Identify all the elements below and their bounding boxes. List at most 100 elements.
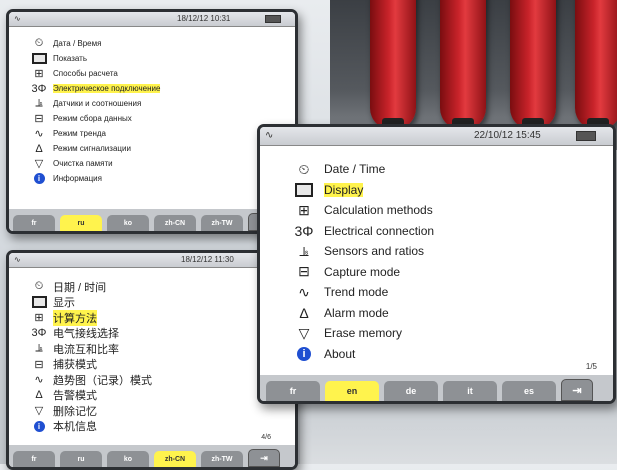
tab-ko[interactable]: ko bbox=[107, 215, 149, 231]
menu-item[interactable]: ⊞ Calculation methods bbox=[260, 200, 613, 221]
menu-list: ⏲ Дата / Время Показать ⊞ Способы расчета 3Φ Э… bbox=[9, 36, 295, 186]
menu-item[interactable]: Δ 告警模式 bbox=[9, 388, 295, 404]
menu-item-label: Датчики и соотношения bbox=[53, 99, 142, 108]
datetime: 18/12/12 10:31 bbox=[177, 14, 231, 23]
menu-item-label: Информация bbox=[53, 174, 102, 183]
menu-item-label: 电流互和比率 bbox=[53, 343, 119, 356]
clock-icon: ⏲ bbox=[34, 37, 44, 49]
menu-item[interactable]: Display bbox=[260, 180, 613, 201]
calculation-icon: ⊞ bbox=[34, 68, 44, 80]
tab-ru[interactable]: ru bbox=[60, 451, 102, 467]
clock-icon: ⏲ bbox=[34, 280, 44, 293]
menu-item-label: Режим сбора данных bbox=[53, 114, 132, 123]
menu-item-label: 计算方法 bbox=[53, 309, 97, 326]
menu-item-label: Очистка памяти bbox=[53, 159, 113, 168]
three-phase-icon: 3Φ bbox=[31, 327, 47, 340]
menu-item[interactable]: 3Φ Электрическое подключение bbox=[9, 81, 295, 96]
menu-item-label: About bbox=[324, 346, 356, 361]
alarm-bell-icon: Δ bbox=[35, 142, 43, 155]
trash-icon: ▽ bbox=[34, 158, 44, 170]
tab-en[interactable]: en bbox=[325, 381, 379, 401]
tab-fr[interactable]: fr bbox=[13, 215, 55, 231]
tab-es[interactable]: es bbox=[502, 381, 556, 401]
menu-item[interactable]: 3Φ Electrical connection bbox=[260, 221, 613, 242]
menu-item-label: 显示 bbox=[53, 297, 75, 310]
tab-ru[interactable]: ru bbox=[60, 215, 102, 231]
three-phase-icon: 3Φ bbox=[294, 222, 314, 239]
alarm-bell-icon: Δ bbox=[299, 304, 309, 321]
menu-item-label: Показать bbox=[53, 54, 88, 63]
menu-item[interactable]: ⊟ Режим сбора данных bbox=[9, 111, 295, 126]
trend-icon: ∿ bbox=[34, 128, 44, 140]
trend-icon: ∿ bbox=[34, 374, 44, 387]
datetime: 22/10/12 15:45 bbox=[474, 130, 541, 141]
menu-item[interactable]: 3Φ 电气接线选择 bbox=[9, 326, 295, 342]
page-indicator: 1/5 bbox=[585, 362, 597, 371]
menu-item[interactable]: ⊞ Способы расчета bbox=[9, 66, 295, 81]
menu-item[interactable]: ⊟ 捕获模式 bbox=[9, 357, 295, 373]
tab-de[interactable]: de bbox=[384, 381, 438, 401]
exit-icon[interactable]: ⇥ bbox=[248, 449, 280, 467]
menu-item[interactable]: ▽ Очистка памяти bbox=[9, 156, 295, 171]
tab-zh-CN[interactable]: zh-CN bbox=[154, 215, 196, 231]
menu-item[interactable]: i Информация bbox=[9, 171, 295, 186]
capture-icon: ⊟ bbox=[298, 263, 310, 280]
screen-english: ∿ 22/10/12 15:45 ⏲ Date / Time Display ⊞ Cal… bbox=[257, 124, 616, 404]
menu-item[interactable]: ▽ 删除记忆 bbox=[9, 403, 295, 419]
page-indicator: 4/6 bbox=[261, 434, 271, 441]
tab-fr[interactable]: fr bbox=[266, 381, 320, 401]
menu-item-label: Electrical connection bbox=[324, 223, 435, 238]
capture-icon: ⊟ bbox=[34, 358, 44, 371]
exit-icon[interactable]: ⇥ bbox=[561, 379, 593, 401]
menu-item[interactable]: ⫡ 电流互和比率 bbox=[9, 341, 295, 357]
menu-item[interactable]: ⫡ Датчики и соотношения bbox=[9, 96, 295, 111]
menu-item[interactable]: ▽ Erase memory bbox=[260, 323, 613, 344]
menu-item[interactable]: ∿ Режим тренда bbox=[9, 126, 295, 141]
menu-item[interactable]: ⏲ 日期 / 时间 bbox=[9, 279, 295, 295]
probe-clamp-1 bbox=[370, 0, 416, 148]
menu-item[interactable]: Показать bbox=[9, 51, 295, 66]
menu-item[interactable]: ∿ 趋势图（记录）模式 bbox=[9, 372, 295, 388]
menu-item-label: Режим тренда bbox=[53, 129, 106, 138]
tab-it[interactable]: it bbox=[443, 381, 497, 401]
menu-item[interactable]: ⏲ Дата / Время bbox=[9, 36, 295, 51]
menu-item[interactable]: i About bbox=[260, 344, 613, 365]
menu-item-label: 删除记忆 bbox=[53, 405, 97, 418]
screen-russian: ∿ 18/12/12 10:31 ⏲ Дата / Время Показать ⊞ С… bbox=[6, 9, 298, 234]
menu-item-label: Режим сигнализации bbox=[53, 144, 131, 153]
tab-zh-TW[interactable]: zh-TW bbox=[201, 451, 243, 467]
menu-list: ⏲ Date / Time Display ⊞ Calculation methods 3… bbox=[260, 159, 613, 364]
menu-item[interactable]: ⊞ 计算方法 bbox=[9, 309, 295, 326]
menu-item[interactable]: ⫡ Sensors and ratios bbox=[260, 241, 613, 262]
menu-item[interactable]: Δ Alarm mode bbox=[260, 303, 613, 324]
menu-item-label: Электрическое подключение bbox=[53, 84, 161, 93]
tab-zh-CN[interactable]: zh-CN bbox=[154, 451, 196, 467]
menu-item[interactable]: Δ Режим сигнализации bbox=[9, 141, 295, 156]
menu-item-label: Calculation methods bbox=[324, 203, 433, 218]
tab-zh-TW[interactable]: zh-TW bbox=[201, 215, 243, 231]
menu-item-label: Display bbox=[324, 182, 364, 197]
sensor-icon: ⫡ bbox=[35, 342, 43, 355]
display-icon bbox=[25, 296, 53, 309]
signal-icon: ∿ bbox=[265, 130, 274, 141]
menu-item[interactable]: ⊟ Capture mode bbox=[260, 262, 613, 283]
menu-item[interactable]: 显示 bbox=[9, 295, 295, 311]
menu-item-label: 捕获模式 bbox=[53, 359, 97, 372]
info-icon: i bbox=[284, 346, 324, 361]
trash-icon: ▽ bbox=[34, 405, 44, 418]
tab-fr[interactable]: fr bbox=[13, 451, 55, 467]
info-icon: i bbox=[25, 420, 53, 432]
trend-icon: ∿ bbox=[298, 283, 310, 300]
probe-clamp-2 bbox=[440, 0, 486, 148]
menu-item[interactable]: i 本机信息 bbox=[9, 419, 295, 435]
menu-item-label: Date / Time bbox=[324, 162, 386, 177]
tab-ko[interactable]: ko bbox=[107, 451, 149, 467]
menu-item-label: 趋势图（记录）模式 bbox=[53, 374, 152, 387]
floor-reflection bbox=[300, 395, 617, 464]
menu-item-label: Alarm mode bbox=[324, 305, 389, 320]
three-phase-icon: 3Φ bbox=[31, 82, 47, 95]
menu-item[interactable]: ∿ Trend mode bbox=[260, 282, 613, 303]
sensor-icon: ⫡ bbox=[35, 97, 43, 109]
sensor-icon: ⫡ bbox=[299, 242, 309, 259]
menu-item[interactable]: ⏲ Date / Time bbox=[260, 159, 613, 180]
